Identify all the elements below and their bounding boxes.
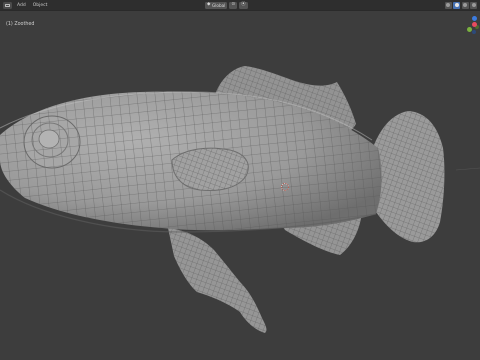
- solid-shading-icon[interactable]: [453, 1, 460, 9]
- pivot-point-button[interactable]: ⊙: [229, 1, 238, 9]
- menu-object[interactable]: Object: [31, 3, 50, 8]
- global-orientation-icon: ◆: [207, 1, 211, 7]
- editor-type-icon[interactable]: [3, 1, 12, 9]
- gizmo-neg-z-axis[interactable]: [472, 30, 476, 34]
- world-axis-line: [455, 167, 480, 171]
- rendered-shading-icon[interactable]: [470, 1, 477, 9]
- caudal-fin: [371, 111, 445, 243]
- pelvic-fin: [168, 228, 267, 333]
- navigation-gizmo-icon[interactable]: [462, 14, 479, 42]
- viewport-header: Add Object ◆ Global ⊙ ⦿: [0, 0, 480, 11]
- fish-eye: [23, 115, 81, 169]
- material-shading-icon[interactable]: [461, 1, 469, 9]
- menu-add[interactable]: Add: [15, 3, 28, 8]
- pectoral-fin: [171, 147, 249, 191]
- transform-orientation-dropdown[interactable]: ◆ Global: [205, 1, 228, 9]
- gizmo-z-axis[interactable]: [472, 16, 477, 21]
- snap-button[interactable]: ⦿: [239, 1, 248, 9]
- orientation-label: Global: [211, 2, 226, 8]
- pivot-icon: ⊙: [231, 1, 236, 7]
- fish-mesh[interactable]: [0, 0, 480, 360]
- 3d-viewport[interactable]: Add Object ◆ Global ⊙ ⦿ (1) Zoothed: [0, 0, 480, 360]
- snap-icon: ⦿: [241, 1, 246, 7]
- viewport-object-label: (1) Zoothed: [6, 22, 35, 27]
- wireframe-shading-icon[interactable]: [444, 1, 452, 9]
- gizmo-x-axis[interactable]: [472, 22, 477, 27]
